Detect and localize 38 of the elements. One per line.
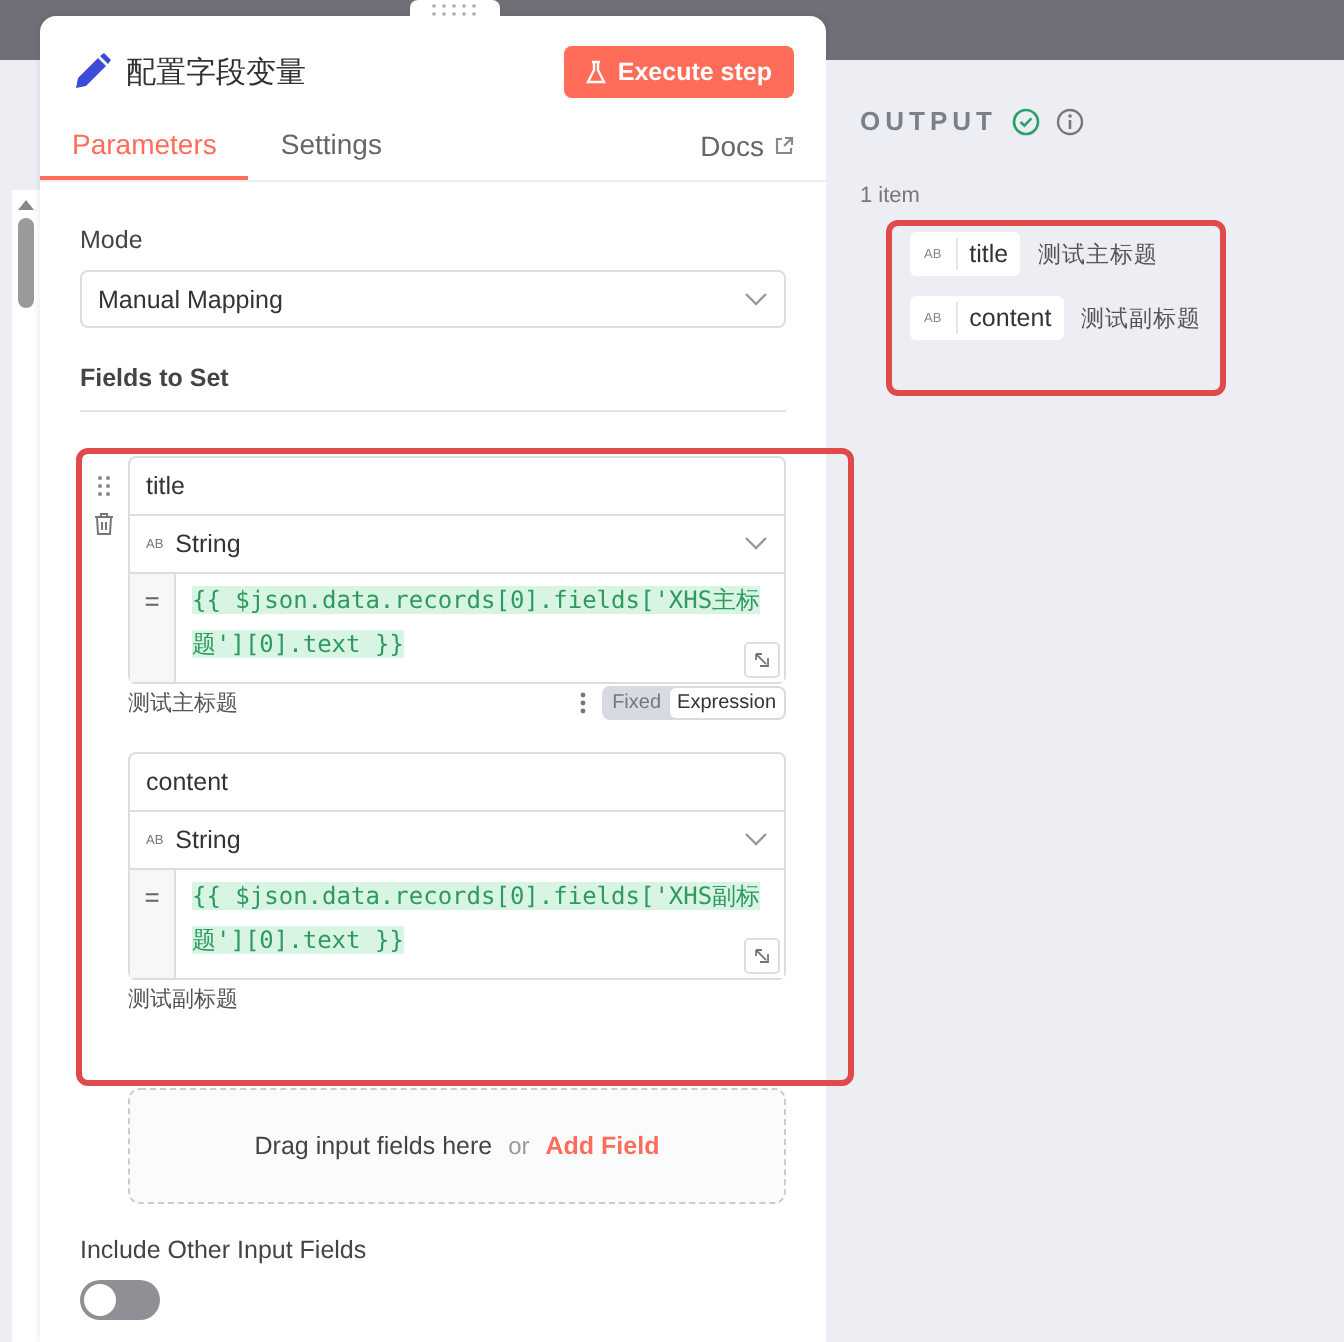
output-value: 测试副标题 <box>1081 305 1202 333</box>
mode-toggle-option[interactable]: Expression <box>669 687 784 717</box>
check-circle-icon <box>1012 107 1041 135</box>
field-name-input[interactable]: content <box>130 754 784 812</box>
chevron-down-icon <box>744 291 768 307</box>
expression-input[interactable]: {{ $json.data.records[0].fields['XHS副标题'][0].text }} <box>176 870 784 978</box>
trash-icon[interactable] <box>94 512 114 536</box>
or-text: or <box>508 1132 530 1160</box>
section-label: Fields to Set <box>80 364 231 392</box>
panel-title: 配置字段变量 <box>126 53 308 91</box>
mode-dropdown[interactable]: Manual Mapping <box>80 270 786 328</box>
pencil-icon <box>72 52 112 92</box>
result-preview: 测试主标题 <box>128 689 240 717</box>
more-icon[interactable] <box>580 691 587 713</box>
mode-toggle-option[interactable]: Fixed <box>604 687 670 717</box>
expression-input[interactable]: {{ $json.data.records[0].fields['XHS主标题'][0].text }} <box>176 574 784 682</box>
external-link-icon <box>774 136 794 156</box>
result-preview: 测试副标题 <box>128 985 240 1013</box>
expand-icon[interactable] <box>744 642 780 678</box>
expand-icon[interactable] <box>744 938 780 974</box>
chevron-down-icon <box>744 832 768 848</box>
docs-link[interactable]: Docs <box>668 112 826 180</box>
field-label: Mode <box>80 226 145 254</box>
tab[interactable]: Settings <box>248 110 414 180</box>
drag-handle[interactable] <box>410 0 500 20</box>
drag-handle-icon[interactable] <box>98 476 110 496</box>
info-icon[interactable] <box>1056 107 1085 135</box>
scrollbar-thumb[interactable] <box>18 218 34 308</box>
drop-hint: Drag input fields here <box>254 1132 493 1160</box>
toggle-switch[interactable] <box>80 1280 160 1320</box>
scroll-up-icon[interactable] <box>18 198 34 210</box>
flask-icon <box>585 60 606 84</box>
field-label: Include Other Input Fields <box>80 1236 369 1264</box>
field-name-input[interactable]: title <box>130 458 784 516</box>
output-title: OUTPUT <box>860 106 997 136</box>
output-value: 测试主标题 <box>1038 240 1159 269</box>
item-count: 1 item <box>860 184 922 208</box>
chevron-down-icon <box>744 536 768 552</box>
